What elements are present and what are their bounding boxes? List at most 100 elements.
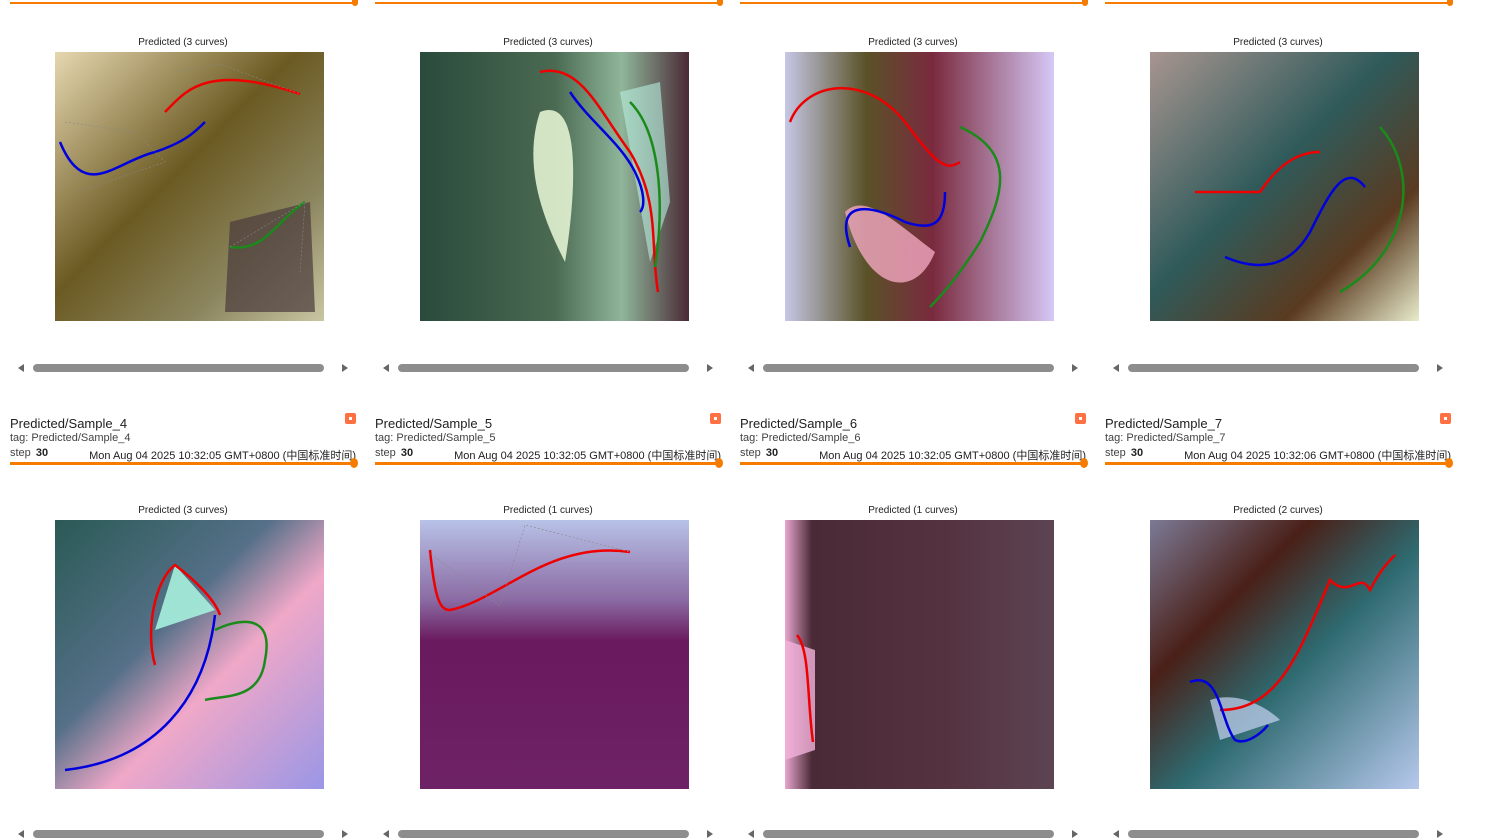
scroll-thumb[interactable] [1128,364,1419,372]
plot-title: Predicted (1 curves) [868,505,958,516]
scroll-thumb[interactable] [398,830,689,838]
card-row-1-col-1: Predicted (3 curves) [10,0,358,380]
step-info: step 30 Mon Aug 04 2025 10:32:05 GMT+0800… [10,447,356,462]
step-slider[interactable] [10,458,358,468]
slider-knob[interactable] [1082,0,1088,6]
plot-title: Predicted (1 curves) [503,505,593,516]
step-slider[interactable] [1105,0,1453,6]
step-slider[interactable] [740,0,1088,6]
scroll-left-icon[interactable] [383,364,389,372]
horizontal-scrollbar[interactable] [10,828,356,840]
plot-image [785,520,1054,789]
plot-image [55,52,324,321]
plot-image [420,520,689,789]
card-tag: tag: Predicted/Sample_4 [10,432,131,444]
plot-title: Predicted (3 curves) [503,37,593,48]
scroll-right-icon[interactable] [1072,364,1078,372]
slider-knob[interactable] [1447,0,1453,6]
card-tag: tag: Predicted/Sample_7 [1105,432,1226,444]
step-label: step [10,447,31,459]
plot-image [420,52,689,321]
scroll-left-icon[interactable] [748,364,754,372]
timestamp: Mon Aug 04 2025 10:32:05 GMT+0800 (中国标准时… [454,450,721,462]
slider-knob[interactable] [352,0,358,6]
scroll-right-icon[interactable] [1072,830,1078,838]
slider-knob[interactable] [717,0,723,6]
step-value: 30 [1130,447,1144,459]
step-info: step 30 Mon Aug 04 2025 10:32:05 GMT+0800… [375,447,721,462]
slider-knob[interactable] [350,458,358,468]
scroll-left-icon[interactable] [383,830,389,838]
step-info: step 30 Mon Aug 04 2025 10:32:06 GMT+0800… [1105,447,1451,462]
slider-knob[interactable] [715,458,723,468]
card-sample-7: Predicted/Sample_7 tag: Predicted/Sample… [1105,413,1453,840]
step-value: 30 [35,447,49,459]
plot-title: Predicted (3 curves) [868,37,958,48]
scroll-thumb[interactable] [398,364,689,372]
pin-icon[interactable] [1075,413,1086,424]
pin-icon[interactable] [345,413,356,424]
step-label: step [740,447,761,459]
step-label: step [1105,447,1126,459]
scroll-right-icon[interactable] [342,830,348,838]
card-row-1-col-4: Predicted (3 curves) [1105,0,1453,380]
card-title: Predicted/Sample_5 [375,416,493,431]
step-value: 30 [400,447,414,459]
horizontal-scrollbar[interactable] [1105,362,1451,374]
scroll-thumb[interactable] [763,830,1054,838]
scroll-right-icon[interactable] [1437,364,1443,372]
card-title: Predicted/Sample_6 [740,416,858,431]
step-info: step 30 Mon Aug 04 2025 10:32:05 GMT+0800… [740,447,1086,462]
card-title: Predicted/Sample_7 [1105,416,1223,431]
horizontal-scrollbar[interactable] [740,362,1086,374]
pin-icon[interactable] [710,413,721,424]
card-tag: tag: Predicted/Sample_5 [375,432,496,444]
step-slider[interactable] [375,0,723,6]
timestamp: Mon Aug 04 2025 10:32:06 GMT+0800 (中国标准时… [1184,450,1451,462]
plot-image [55,520,324,789]
scroll-left-icon[interactable] [748,830,754,838]
horizontal-scrollbar[interactable] [375,362,721,374]
horizontal-scrollbar[interactable] [375,828,721,840]
step-slider[interactable] [740,458,1088,468]
card-tag: tag: Predicted/Sample_6 [740,432,861,444]
plot-title: Predicted (2 curves) [1233,505,1323,516]
step-slider[interactable] [375,458,723,468]
step-label: step [375,447,396,459]
scroll-thumb[interactable] [763,364,1054,372]
plot-title: Predicted (3 curves) [1233,37,1323,48]
scroll-thumb[interactable] [33,830,324,838]
step-slider[interactable] [1105,458,1453,468]
scroll-right-icon[interactable] [707,830,713,838]
plot-title: Predicted (3 curves) [138,505,228,516]
horizontal-scrollbar[interactable] [1105,828,1451,840]
scroll-thumb[interactable] [1128,830,1419,838]
step-slider[interactable] [10,0,358,6]
slider-knob[interactable] [1080,458,1088,468]
card-row-1-col-2: Predicted (3 curves) [375,0,723,380]
card-row-1-col-3: Predicted (3 curves) [740,0,1088,380]
horizontal-scrollbar[interactable] [10,362,356,374]
scroll-left-icon[interactable] [18,364,24,372]
timestamp: Mon Aug 04 2025 10:32:05 GMT+0800 (中国标准时… [89,450,356,462]
horizontal-scrollbar[interactable] [740,828,1086,840]
scroll-thumb[interactable] [33,364,324,372]
scroll-left-icon[interactable] [1113,830,1119,838]
scroll-left-icon[interactable] [18,830,24,838]
step-value: 30 [765,447,779,459]
plot-image [785,52,1054,321]
card-sample-6: Predicted/Sample_6 tag: Predicted/Sample… [740,413,1088,840]
card-title: Predicted/Sample_4 [10,416,128,431]
scroll-right-icon[interactable] [342,364,348,372]
plot-image [1150,52,1419,321]
pin-icon[interactable] [1440,413,1451,424]
plot-title: Predicted (3 curves) [138,37,228,48]
scroll-right-icon[interactable] [1437,830,1443,838]
scroll-left-icon[interactable] [1113,364,1119,372]
scroll-right-icon[interactable] [707,364,713,372]
plot-image [1150,520,1419,789]
card-sample-5: Predicted/Sample_5 tag: Predicted/Sample… [375,413,723,840]
card-sample-4: Predicted/Sample_4 tag: Predicted/Sample… [10,413,358,840]
timestamp: Mon Aug 04 2025 10:32:05 GMT+0800 (中国标准时… [819,450,1086,462]
slider-knob[interactable] [1445,458,1453,468]
